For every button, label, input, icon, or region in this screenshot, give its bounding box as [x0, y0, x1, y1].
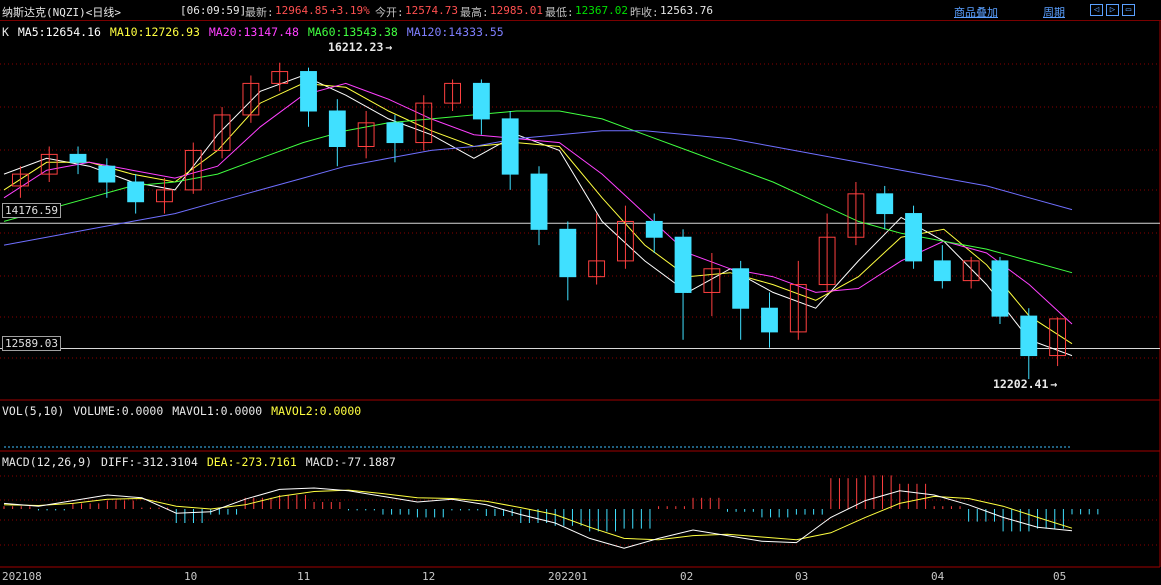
candle-body [472, 82, 490, 120]
candle-body [501, 118, 519, 175]
scroll-left-icon[interactable]: ◁ [1090, 4, 1103, 16]
vol-legend-mavol2: MAVOL2:0.0000 [271, 404, 362, 418]
x-tick-label: 05 [1053, 570, 1067, 583]
annotation-high-value: 16212.23 [328, 40, 384, 54]
prev-close-value: 12563.76 [660, 4, 713, 17]
x-tick-label: 04 [931, 570, 945, 583]
chart-canvas [0, 21, 1161, 568]
k-legend: K MA5:12654.16 MA10:12726.93 MA20:13147.… [2, 25, 506, 39]
candle-body [530, 173, 548, 230]
vol-legend-name: VOL(5,10) [2, 404, 65, 418]
macd-legend-macd: MACD:-77.1887 [305, 455, 396, 469]
x-tick-label: 202108 [2, 570, 42, 583]
candle-body [645, 220, 663, 238]
x-tick-label: 03 [795, 570, 809, 583]
candle-body [1020, 315, 1038, 357]
latest-value: 12964.85 [275, 4, 328, 17]
low-value: 12367.02 [575, 4, 628, 17]
change-percent: +3.19% [330, 4, 370, 17]
price-level-upper: 14176.59 [2, 203, 61, 218]
x-tick-label: 11 [297, 570, 311, 583]
latest-label: 最新: [245, 6, 274, 19]
candle-body [69, 153, 87, 163]
candle-body [559, 228, 577, 278]
annotation-low-arrow: → [1050, 377, 1058, 391]
x-tick-label: 202201 [548, 570, 588, 583]
low-label: 最低: [545, 6, 574, 19]
annotation-low: 12202.41 → [993, 377, 1059, 391]
annotation-high-arrow: → [385, 40, 393, 54]
macd-legend: MACD(12,26,9) DIFF:-312.3104 DEA:-273.71… [2, 455, 398, 469]
high-value: 12985.01 [490, 4, 543, 17]
ma20-legend: MA20:13147.48 [208, 25, 299, 39]
ma120-legend: MA120:14333.55 [406, 25, 504, 39]
ma60-legend: MA60:13543.38 [307, 25, 398, 39]
candle-body [876, 193, 894, 215]
high-label: 最高: [460, 6, 489, 19]
annotation-low-value: 12202.41 [993, 377, 1049, 391]
k-legend-prefix: K [2, 25, 9, 39]
period-button[interactable]: 周期 [1043, 4, 1065, 20]
candle-body [991, 260, 1009, 317]
x-tick-label: 10 [184, 570, 198, 583]
candle-body [761, 307, 778, 333]
zoom-icon[interactable]: ▭ [1122, 4, 1135, 16]
vol-legend-mavol1: MAVOL1:0.0000 [172, 404, 263, 418]
candle-body [674, 236, 692, 293]
vol-legend-volume: VOLUME:0.0000 [73, 404, 164, 418]
scroll-right-icon[interactable]: ▷ [1106, 4, 1119, 16]
macd-legend-diff: DIFF:-312.3104 [100, 455, 198, 469]
header-bar: 纳斯达克(NQZI)<日线> [06:09:59] 最新: 12964.85 +… [0, 0, 1161, 21]
quote-time: [06:09:59] [180, 4, 247, 17]
candle-body [328, 110, 346, 147]
candle-body [300, 71, 317, 112]
candle-body [386, 122, 404, 144]
candle-body [127, 181, 145, 203]
instrument-title: 纳斯达克(NQZI)<日线> [2, 6, 121, 19]
vol-legend: VOL(5,10) VOLUME:0.0000 MAVOL1:0.0000 MA… [2, 404, 363, 418]
candle-body [98, 165, 116, 183]
candle-body [905, 213, 922, 262]
annotation-high: 16212.23 → [328, 40, 394, 54]
x-tick-label: 02 [680, 570, 694, 583]
x-tick-label: 12 [422, 570, 436, 583]
open-label: 今开: [375, 6, 404, 19]
macd-legend-dea: DEA:-273.7161 [206, 455, 297, 469]
ma5-legend: MA5:12654.16 [17, 25, 101, 39]
price-level-lower: 12589.03 [2, 336, 61, 351]
prev-close-label: 昨收: [630, 6, 659, 19]
candle-body [933, 260, 951, 282]
open-value: 12574.73 [405, 4, 458, 17]
overlay-button[interactable]: 商品叠加 [954, 4, 998, 20]
candle-body [732, 268, 750, 309]
ma10-legend: MA10:12726.93 [109, 25, 200, 39]
macd-legend-name: MACD(12,26,9) [2, 455, 93, 469]
